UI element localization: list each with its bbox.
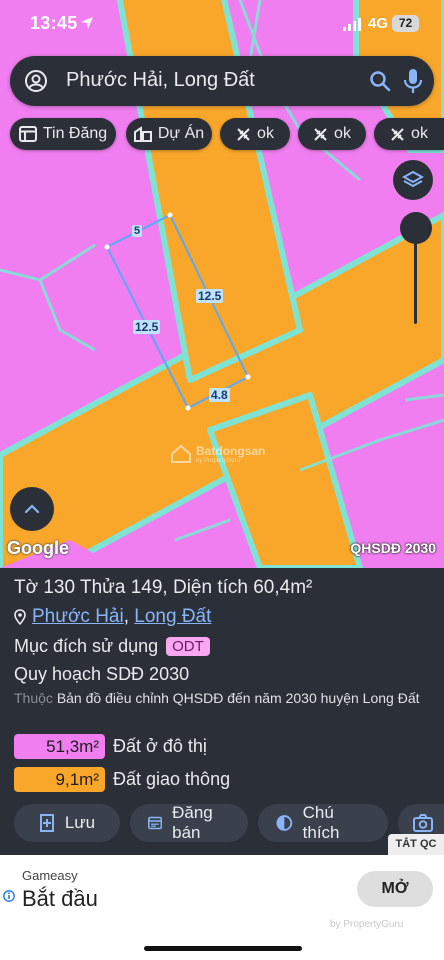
battery-indicator: 72 [392, 15, 419, 32]
plan-note-prefix: Thuộc [14, 690, 53, 706]
chip-label: Dự Án [157, 125, 205, 142]
save-icon [39, 814, 54, 832]
status-time: 13:45 [30, 13, 78, 33]
parcel-edge-label: 12.5 [133, 320, 161, 334]
ad-info-icon[interactable] [3, 890, 15, 902]
google-logo: Google [7, 538, 69, 558]
chevron-up-icon [24, 504, 40, 514]
layers-button[interactable] [393, 160, 433, 200]
chip-ok[interactable]: ok [298, 118, 366, 150]
tag-icon [391, 127, 404, 141]
camera-icon [413, 814, 433, 832]
map-pin-icon [14, 609, 26, 625]
plan-note: Thuộc Bản đồ điều chỉnh QHSDĐ đến năm 20… [14, 688, 434, 708]
collapse-button[interactable] [10, 487, 54, 531]
chip-du-an[interactable]: Dự Án [126, 118, 212, 150]
status-bar: 13:45 4G 72 [0, 0, 444, 48]
layers-icon [402, 170, 424, 188]
post-sale-label: Đăng bán [172, 803, 213, 842]
legend-icon [276, 815, 293, 831]
land-use-label: Đất giao thông [113, 769, 231, 789]
post-sale-button[interactable]: Đăng bán [130, 803, 248, 842]
ad-open-button[interactable]: MỞ [357, 871, 433, 907]
land-use-area: 51,3m² [14, 734, 105, 759]
tag-icon [237, 127, 250, 141]
signal-icon [343, 18, 361, 31]
chip-label: ok [257, 125, 274, 142]
land-purpose: Mục đích sử dụng ODT [14, 636, 210, 657]
save-label: Lưu [64, 813, 96, 832]
search-icon[interactable] [368, 69, 392, 93]
ad-watermark: by PropertyGuru [330, 919, 404, 930]
home-indicator[interactable] [144, 946, 302, 951]
calendar-icon [148, 816, 163, 830]
ward-link[interactable]: Phước Hải [32, 606, 124, 627]
network-type: 4G [368, 15, 389, 32]
parcel-edge-label: 5 [132, 225, 143, 237]
tag-icon [314, 127, 327, 141]
purpose-badge: ODT [166, 637, 210, 656]
microphone-icon[interactable] [402, 67, 424, 95]
chip-label: Tin Đăng [42, 125, 108, 142]
location-separator: , [123, 606, 129, 627]
chip-ok[interactable]: ok [374, 118, 444, 150]
action-bar: Lưu Đăng bán Chú thích [14, 803, 444, 842]
land-use-area: 9,1m² [14, 767, 105, 792]
listing-icon [18, 126, 37, 142]
house-logo-icon [171, 444, 191, 463]
parcel-info-panel: Tờ 130 Thửa 149, Diện tích 60,4m² Phước … [0, 568, 444, 855]
save-button[interactable]: Lưu [14, 804, 120, 842]
watermark-text: Batdongsan [196, 444, 266, 458]
chip-label: ok [334, 125, 351, 142]
district-link[interactable]: Long Đất [134, 606, 211, 627]
account-icon[interactable] [24, 69, 48, 93]
parcel-edge-label: 4.8 [209, 388, 230, 402]
chip-tin-dang[interactable]: Tin Đăng [10, 118, 116, 150]
plan-title: Quy hoạch SDĐ 2030 [14, 664, 190, 684]
location-arrow-icon [81, 17, 93, 29]
land-use-label: Đất ở đô thị [113, 736, 207, 756]
parcel-edge-label: 12.5 [196, 289, 224, 303]
search-bar[interactable]: Phước Hải, Long Đất [10, 56, 434, 106]
chip-label: ok [411, 125, 428, 142]
plan-note-text: Bản đồ điều chỉnh QHSDĐ đến năm 2030 huy… [56, 690, 420, 706]
ad-title: Bắt đầu [22, 886, 98, 911]
watermark-sub: by PropertyGuru [196, 458, 241, 464]
land-use-row: 9,1m² Đất giao thông [14, 767, 230, 792]
purpose-label: Mục đích sử dụng [14, 636, 159, 656]
opacity-slider-handle[interactable] [400, 212, 432, 244]
land-use-row: 51,3m² Đất ở đô thị [14, 734, 207, 759]
legend-button[interactable]: Chú thích [258, 803, 388, 842]
close-ad-button[interactable]: TẮT QC [388, 834, 444, 855]
ad-banner[interactable]: Gameasy Bắt đầu MỞ by PropertyGuru [0, 855, 444, 960]
building-icon [133, 126, 152, 142]
chip-ok[interactable]: ok [220, 118, 290, 150]
parcel-title: Tờ 130 Thửa 149, Diện tích 60,4m² [14, 577, 313, 598]
search-input[interactable]: Phước Hải, Long Đất [66, 69, 255, 92]
ad-brand: Gameasy [22, 868, 78, 883]
parcel-location: Phước Hải, Long Đất [14, 606, 211, 628]
legend-label: Chú thích [302, 803, 340, 842]
map-layer-label: QHSDĐ 2030 [350, 540, 436, 556]
batdongsan-watermark: Batdongsan by PropertyGuru [170, 444, 265, 464]
map-view[interactable]: 5 12.5 12.5 4.8 Batdongsan by PropertyGu… [0, 0, 444, 568]
